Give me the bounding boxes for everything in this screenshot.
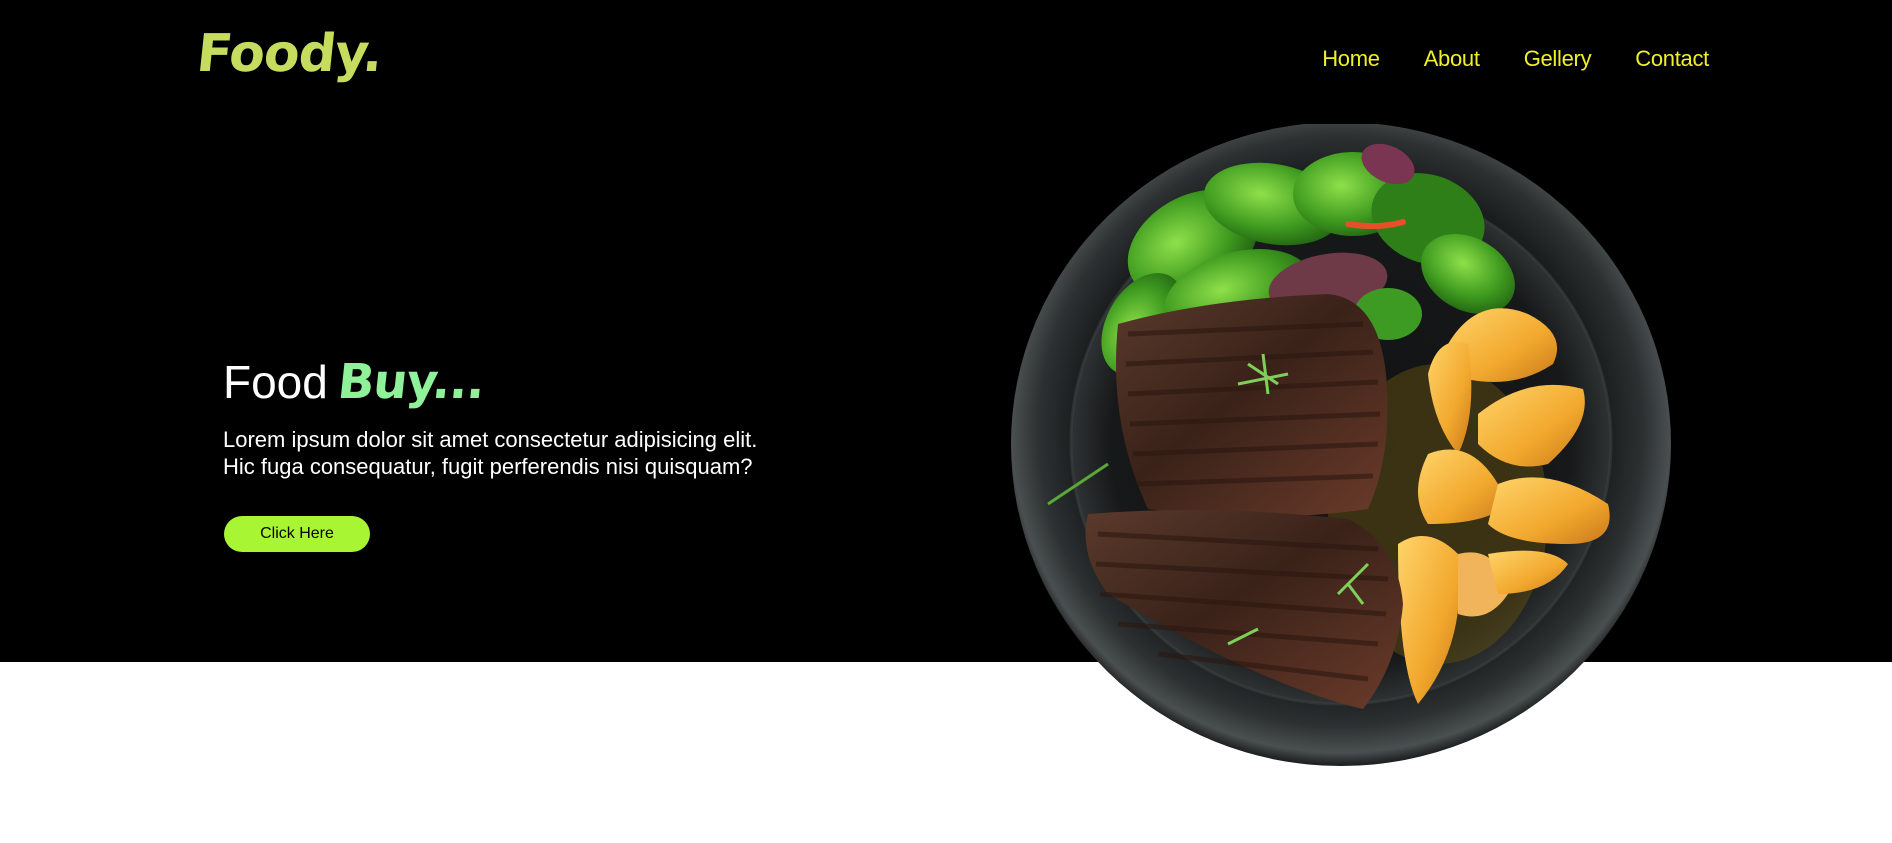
plate-illustration	[1011, 124, 1671, 766]
nav-about[interactable]: About	[1424, 46, 1480, 72]
main-nav: Home About Gellery Contact	[1322, 46, 1709, 72]
site-logo[interactable]: Foody.	[194, 24, 385, 84]
hero-subtext-line-2: Hic fuga consequatur, fugit perferendis …	[223, 454, 753, 479]
click-here-button[interactable]: Click Here	[224, 516, 370, 552]
hero-subtext: Lorem ipsum dolor sit amet consectetur a…	[223, 426, 823, 480]
food-plate-image	[1008, 124, 1674, 770]
hero-subtext-line-1: Lorem ipsum dolor sit amet consectetur a…	[223, 427, 758, 452]
nav-contact[interactable]: Contact	[1635, 46, 1709, 72]
headline-accent: Buy...	[334, 354, 488, 410]
nav-home[interactable]: Home	[1322, 46, 1380, 72]
hero-headline: Food Buy...	[223, 354, 488, 410]
headline-plain: Food	[223, 356, 328, 408]
nav-gallery[interactable]: Gellery	[1524, 46, 1592, 72]
